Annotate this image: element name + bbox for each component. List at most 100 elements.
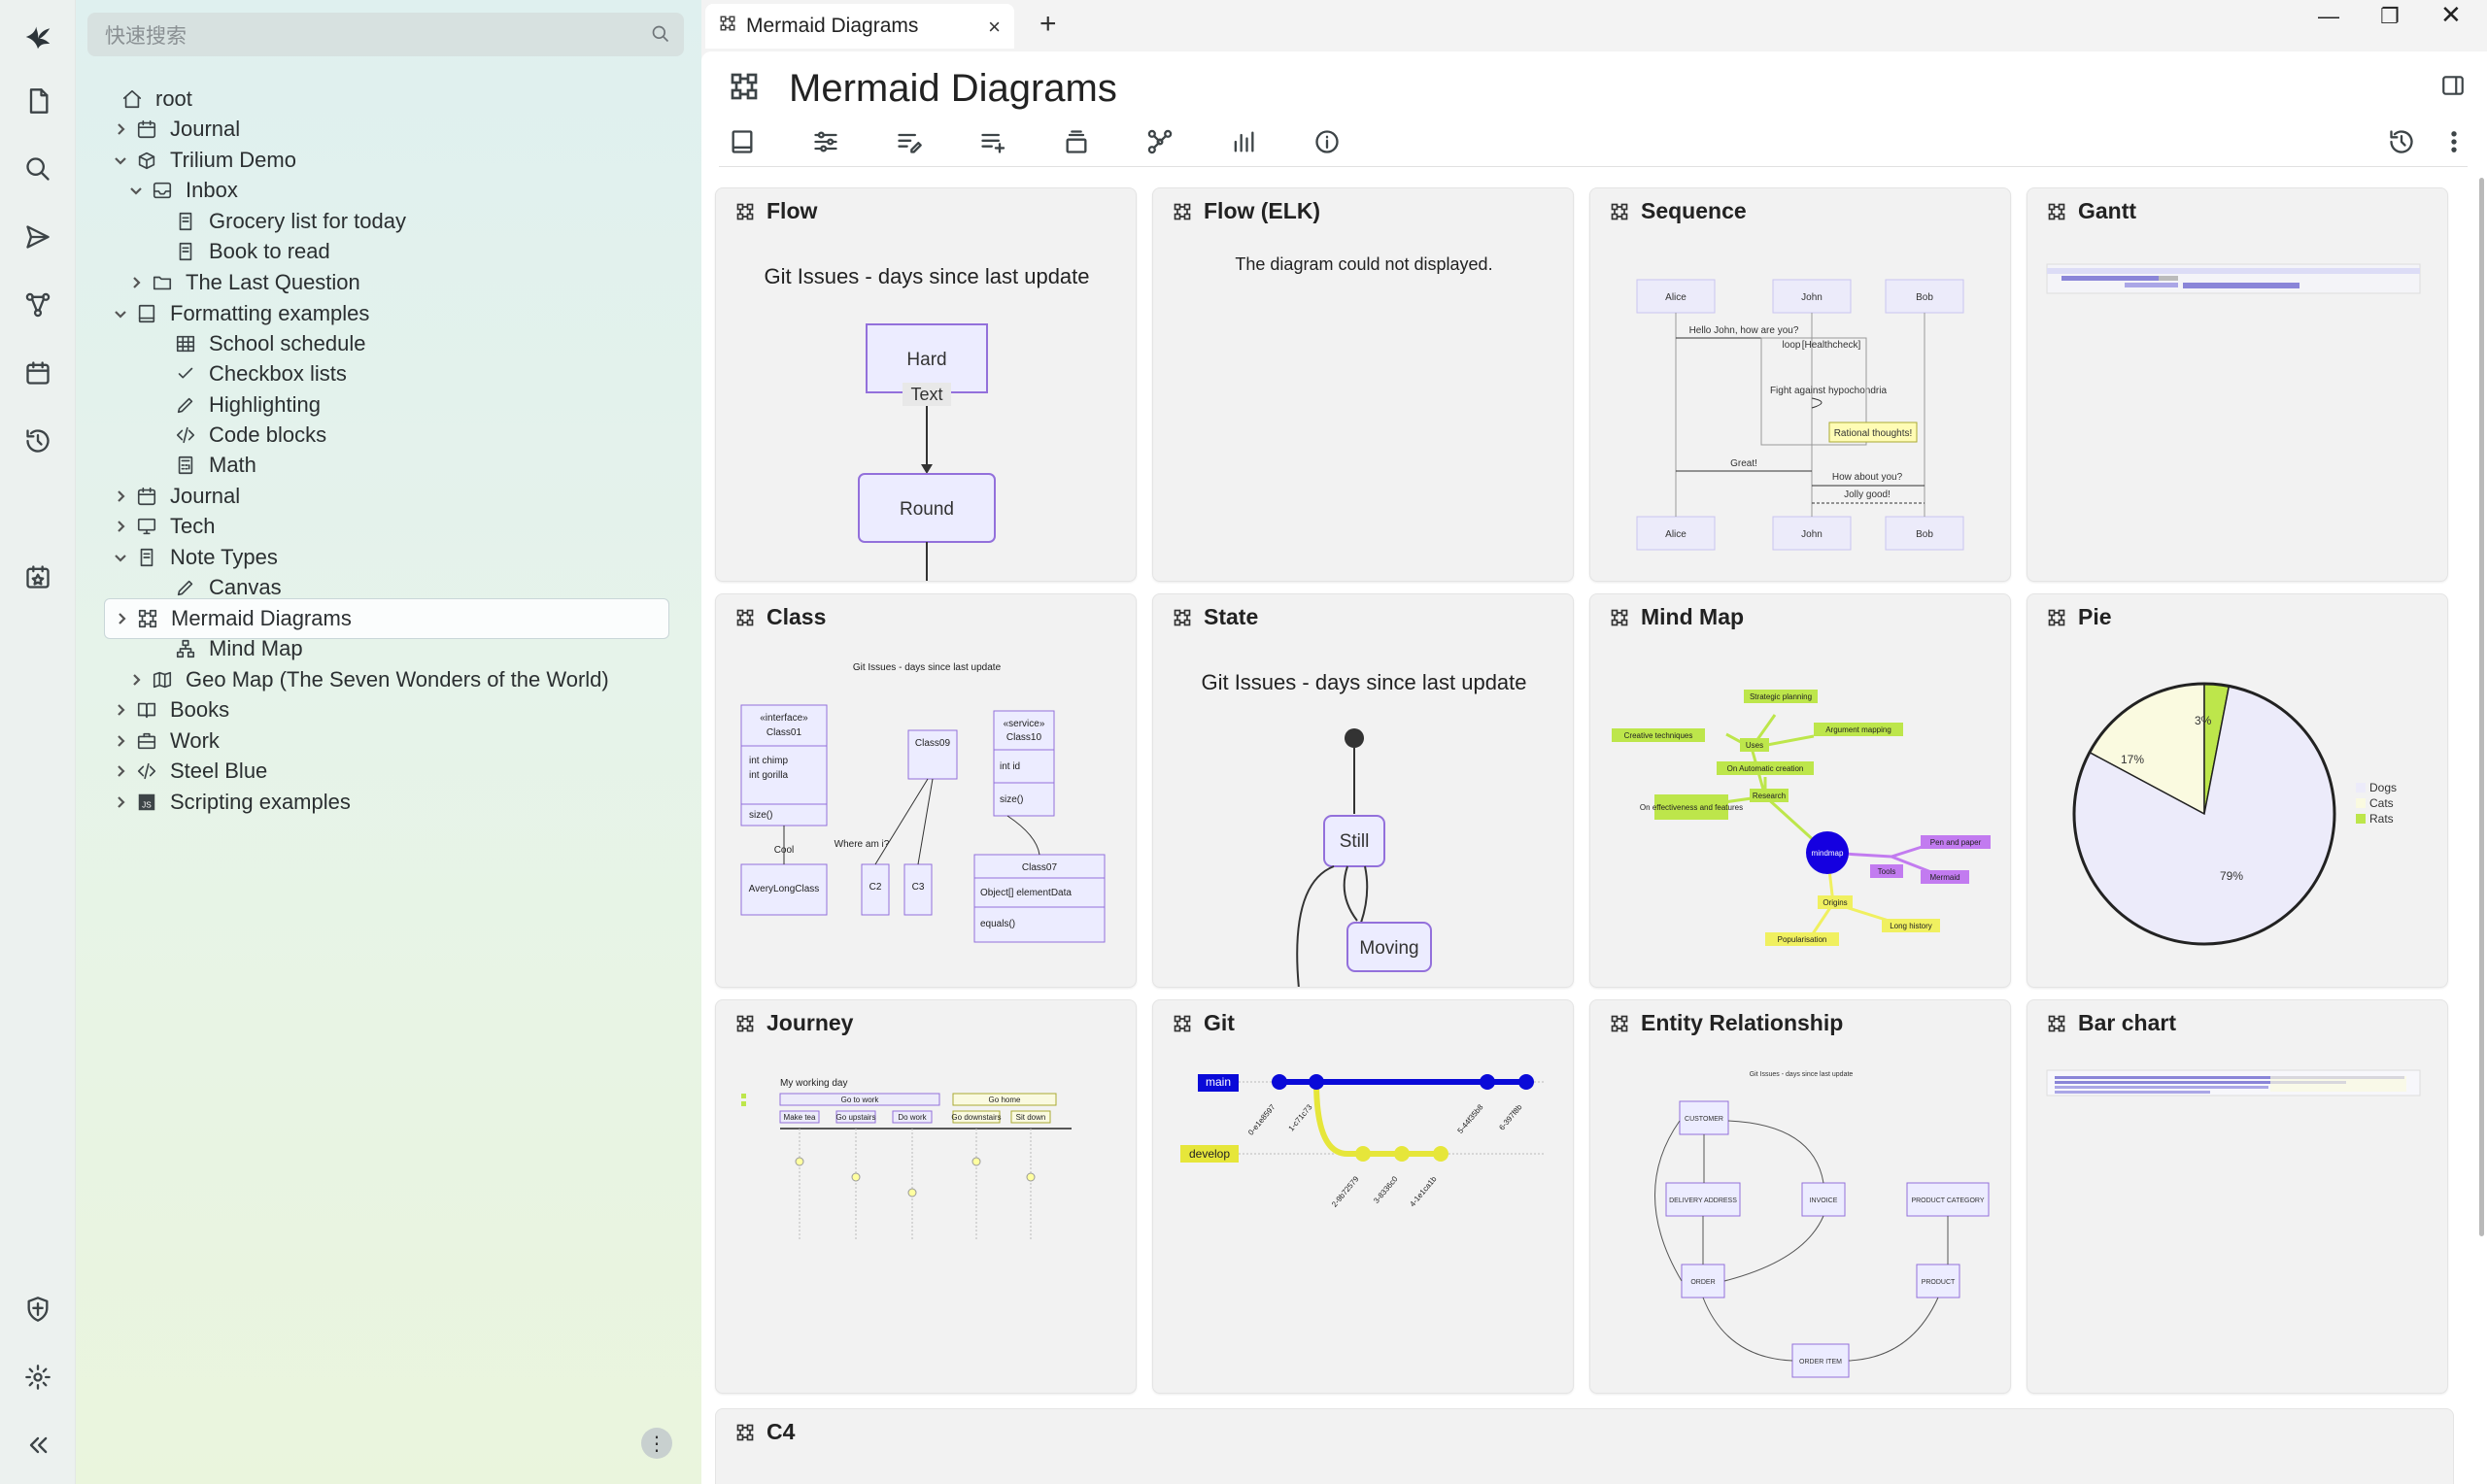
- chevron-right-icon[interactable]: [123, 672, 149, 688]
- mm-automatic: On Automatic creation: [1727, 764, 1804, 773]
- chevron-down-icon[interactable]: [108, 152, 133, 168]
- gear-icon[interactable]: [18, 1358, 57, 1397]
- briefcase-icon: [133, 730, 160, 752]
- flow-elk-error: The diagram could not displayed.: [1153, 235, 1573, 581]
- card-class[interactable]: Class Git Issues - days since last updat…: [715, 593, 1137, 988]
- class-c10-stereo: «service»: [1004, 719, 1045, 729]
- book-open-icon: [133, 699, 160, 721]
- class-c1: Class01: [767, 727, 802, 738]
- shield-icon[interactable]: [18, 1290, 57, 1329]
- card-git[interactable]: Git main develop 0-e1e8597 1-c71c73 5-44…: [1152, 999, 1574, 1394]
- chevron-right-icon[interactable]: [108, 519, 133, 534]
- seq-msg4: Jolly good!: [1844, 489, 1891, 500]
- journey-task1: Make tea: [784, 1113, 816, 1122]
- card-gantt[interactable]: Gantt: [2027, 187, 2448, 582]
- card-title: Entity Relationship: [1610, 1010, 1843, 1036]
- git-commit-0: 0-e1e8597: [1246, 1102, 1278, 1137]
- tree-item-label: Canvas: [209, 575, 282, 599]
- minimize-icon[interactable]: —: [2318, 4, 2339, 29]
- chevron-right-icon[interactable]: [108, 489, 133, 504]
- tree-item-label: Tech: [170, 514, 216, 538]
- pie-label-dogs: 79%: [2220, 869, 2243, 883]
- chevron-right-icon[interactable]: [108, 794, 133, 810]
- card-state[interactable]: State Git Issues - days since last updat…: [1152, 593, 1574, 988]
- chevron-right-icon[interactable]: [108, 121, 133, 137]
- tree-item[interactable]: JS Scripting examples: [108, 782, 351, 823]
- chevron-right-icon[interactable]: [123, 275, 149, 290]
- note-title[interactable]: Mermaid Diagrams: [789, 67, 1117, 111]
- tree-item-label: Journal: [170, 117, 241, 141]
- tree-item-label: The Last Question: [186, 270, 360, 294]
- tab-mermaid-diagrams[interactable]: Mermaid Diagrams ×: [705, 4, 1014, 49]
- calculator-icon: [172, 455, 199, 476]
- card-mind-map[interactable]: Mind Map mindmap Strategic planning Crea…: [1589, 593, 2011, 988]
- add-list-icon[interactable]: [973, 122, 1012, 161]
- restore-icon[interactable]: ❐: [2380, 4, 2400, 29]
- tree-options-button[interactable]: ⋮: [641, 1428, 672, 1459]
- mermaid-icon: [1174, 609, 1191, 625]
- er-order-item: ORDER ITEM: [1799, 1359, 1842, 1366]
- card-title-text: Entity Relationship: [1641, 1010, 1844, 1035]
- chevron-right-icon[interactable]: [108, 733, 133, 749]
- card-flow-elk[interactable]: Flow (ELK) The diagram could not display…: [1152, 187, 1574, 582]
- card-title-text: Pie: [2078, 604, 2112, 629]
- card-entity-relationship[interactable]: Entity Relationship Git Issues - days si…: [1589, 999, 2011, 1394]
- mm-origins: Origins: [1823, 898, 1847, 907]
- history-icon[interactable]: [18, 422, 57, 460]
- seq-actor-john-bottom: John: [1801, 529, 1823, 540]
- mindmap-diagram: mindmap Strategic planning Creative tech…: [1590, 641, 2010, 987]
- git-commit-3: 3-8336c0: [1372, 1174, 1400, 1205]
- journey-sec1: Go to work: [841, 1096, 880, 1104]
- send-icon[interactable]: [18, 218, 57, 256]
- graph-icon[interactable]: [18, 286, 57, 324]
- more-options-icon[interactable]: [2435, 122, 2473, 161]
- card-bar-chart[interactable]: Bar chart: [2027, 999, 2448, 1394]
- options-sliders-icon[interactable]: [806, 122, 845, 161]
- mermaid-icon: [2048, 1015, 2065, 1031]
- card-journey[interactable]: Journey My working day Go to work Go hom…: [715, 999, 1137, 1394]
- close-window-icon[interactable]: ✕: [2440, 0, 2462, 30]
- chevron-right-icon[interactable]: [109, 611, 134, 626]
- history-icon[interactable]: [2382, 122, 2421, 161]
- calendar-icon[interactable]: [18, 354, 57, 392]
- chevron-down-icon[interactable]: [123, 183, 149, 198]
- class-c7-method: equals(): [980, 919, 1015, 929]
- right-pane-toggle-icon[interactable]: [2440, 73, 2466, 103]
- mermaid-icon: [134, 608, 161, 629]
- book-properties-icon[interactable]: [723, 122, 762, 161]
- card-flow[interactable]: Flow Git Issues - days since last update…: [715, 187, 1137, 582]
- chevron-down-icon[interactable]: [108, 550, 133, 565]
- card-sequence[interactable]: Sequence Alice John Bob Alice John Bob H…: [1589, 187, 2011, 582]
- edit-list-icon[interactable]: [890, 122, 929, 161]
- mermaid-icon: [2048, 609, 2065, 625]
- new-note-icon[interactable]: [18, 82, 57, 120]
- card-c4[interactable]: C4: [715, 1408, 2454, 1484]
- note-map-icon[interactable]: [1141, 122, 1179, 161]
- info-icon[interactable]: [1308, 122, 1346, 161]
- flow-node-round-label: Round: [900, 499, 954, 520]
- logo-icon[interactable]: [18, 17, 57, 56]
- chevron-right-icon[interactable]: [108, 702, 133, 718]
- mermaid-icon: [1174, 203, 1191, 219]
- chevron-right-icon[interactable]: [108, 763, 133, 779]
- quick-search-input[interactable]: 快速搜索: [87, 13, 684, 56]
- js-icon: JS: [133, 792, 160, 813]
- collapse-icon[interactable]: [18, 1426, 57, 1465]
- chevron-down-icon[interactable]: [108, 306, 133, 321]
- tree-item-label: Geo Map (The Seven Wonders of the World): [186, 667, 609, 691]
- mm-pen-paper: Pen and paper: [1930, 838, 1982, 847]
- mermaid-icon[interactable]: [729, 71, 760, 107]
- tree-item-label: Books: [170, 697, 230, 722]
- stack-icon[interactable]: [1057, 122, 1096, 161]
- diagram-error-text: The diagram could not displayed.: [1235, 254, 1492, 274]
- close-icon[interactable]: ×: [988, 15, 1001, 40]
- card-pie[interactable]: Pie 79% 17% 3% Dogs Cats Rats: [2027, 593, 2448, 988]
- search-icon[interactable]: [18, 150, 57, 188]
- bar-chart-icon[interactable]: [1224, 122, 1263, 161]
- seq-actor-john: John: [1801, 292, 1823, 303]
- er-product: PRODUCT: [1922, 1279, 1956, 1286]
- launcher-bar: [0, 0, 76, 1484]
- bookmark-calendar-icon[interactable]: [18, 557, 57, 596]
- new-tab-button[interactable]: +: [1039, 8, 1057, 41]
- scrollbar[interactable]: [2479, 178, 2484, 1236]
